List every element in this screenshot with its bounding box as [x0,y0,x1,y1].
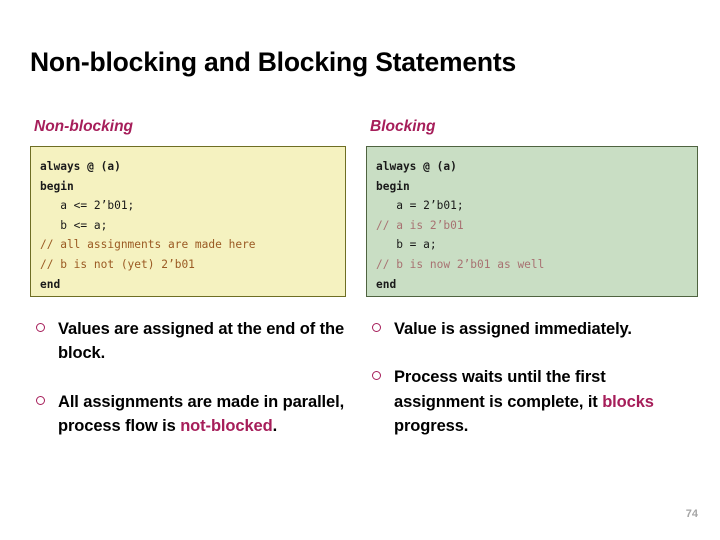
column-blocking: Blocking always @ (a) begin a = 2’b01; // … [366,118,698,463]
column-non-blocking: Non-blocking always @ (a) begin a <= 2’b0… [30,118,348,463]
bullet-list-non-blocking: Values are assigned at the end of the bl… [30,317,348,439]
code-line: begin [40,179,74,193]
code-block-blocking: always @ (a) begin a = 2’b01; // a is 2’b0… [366,146,698,298]
code-line: always @ (a) [376,160,457,174]
code-line: a <= 2’b01; [40,199,135,213]
code-line: // b is now 2’b01 as well [376,258,545,272]
code-line: // a is 2’b01 [376,218,464,232]
page-title: Non-blocking and Blocking Statements [30,47,517,77]
list-item: All assignments are made in parallel, pr… [30,390,348,439]
bullet-circle-icon [36,323,45,333]
text-segment: Process waits until the first assignment… [394,368,606,411]
bullet-list-blocking: Value is assigned immediately. Process wa… [366,317,698,439]
code-line: a = 2’b01; [376,199,464,213]
bullet-circle-icon [372,323,381,333]
list-item-text: Value is assigned immediately. [394,317,632,341]
column-heading-blocking: Blocking [370,118,436,135]
list-item-text: Values are assigned at the end of the bl… [58,317,348,366]
code-block-non-blocking: always @ (a) begin a <= 2’b01; b <= a; // … [30,146,346,298]
code-line: end [376,277,397,291]
code-line: b = a; [376,238,437,252]
code-line: always @ (a) [40,160,121,174]
text-segment: Value is assigned immediately. [394,320,632,339]
bullet-circle-icon [36,395,45,405]
list-item: Values are assigned at the end of the bl… [30,317,348,366]
text-segment: Values are assigned at the end of the bl… [58,320,345,363]
list-item: Process waits until the first assignment… [366,365,698,438]
highlighted-term: blocks [602,392,654,411]
code-line: end [40,277,61,291]
code-line: // b is not (yet) 2’b01 [40,258,195,272]
code-line: b <= a; [40,218,108,232]
highlighted-term: not-blocked [180,417,273,436]
bullet-circle-icon [372,371,381,381]
code-line: // all assignments are made here [40,238,256,252]
text-segment: . [272,417,278,436]
text-segment: progress. [394,417,469,436]
list-item-text: Process waits until the first assignment… [394,365,698,438]
code-line: begin [376,179,410,193]
page-number: 74 [685,508,698,520]
column-heading-non-blocking: Non-blocking [34,118,134,135]
list-item-text: All assignments are made in parallel, pr… [58,390,348,439]
list-item: Value is assigned immediately. [366,317,698,341]
slide-canvas: Non-blocking and Blocking Statements Non… [0,0,720,540]
